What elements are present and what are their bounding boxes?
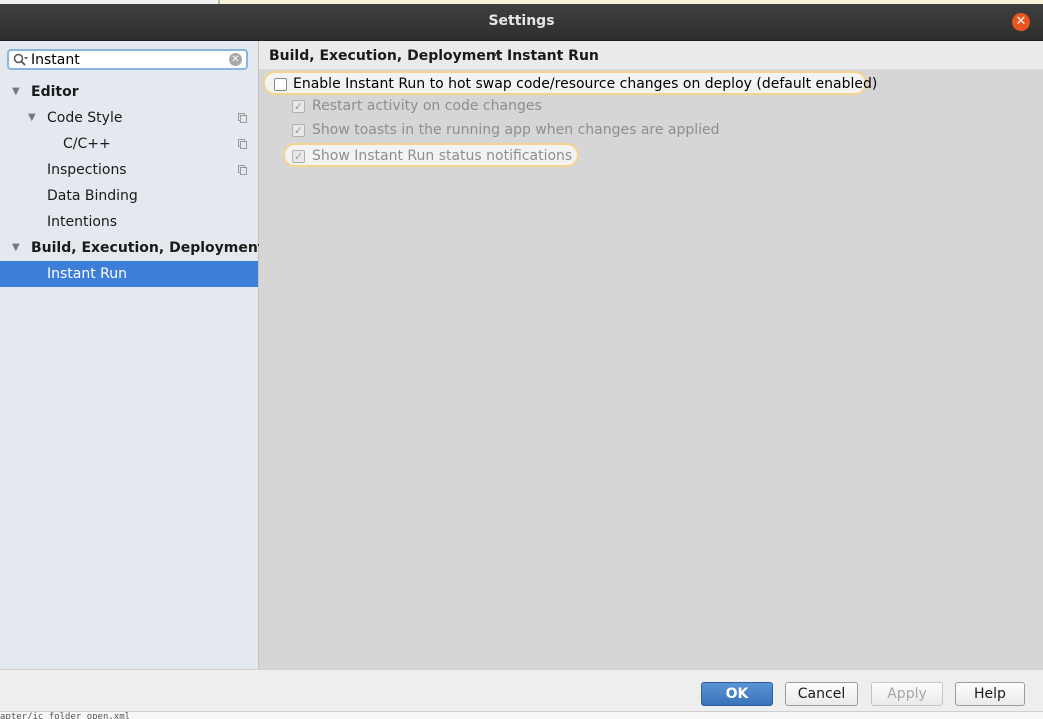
tree-item-label: C/C++ <box>63 136 111 152</box>
show-toasts-checkbox: ✓ <box>292 124 305 137</box>
expand-arrow-icon[interactable]: ▼ <box>28 105 36 131</box>
project-copy-icon <box>238 139 247 149</box>
title-bar: Settings ✕ <box>0 4 1043 41</box>
show-toasts-option: ✓ Show toasts in the running app when ch… <box>285 119 845 143</box>
help-button[interactable]: Help <box>955 682 1025 706</box>
background-window-text: apter/ic folder open.xml <box>0 711 1043 719</box>
breadcrumb-separator-icon: › <box>492 47 498 63</box>
tree-item-instant-run[interactable]: Instant Run <box>0 261 258 287</box>
tree-item-label: Inspections <box>47 162 127 178</box>
tree-item-inspections[interactable]: Inspections <box>0 157 258 183</box>
close-icon[interactable]: ✕ <box>1012 13 1030 31</box>
enable-instant-run-option[interactable]: Enable Instant Run to hot swap code/reso… <box>263 71 877 95</box>
tree-item-code-style[interactable]: ▼ Code Style <box>0 105 258 131</box>
tree-item-label: Code Style <box>47 110 123 126</box>
enable-instant-run-checkbox[interactable] <box>274 78 287 91</box>
show-status-notifications-checkbox: ✓ <box>292 150 305 163</box>
show-status-notifications-option: ✓ Show Instant Run status notifications <box>283 143 579 167</box>
expand-arrow-icon[interactable]: ▼ <box>12 79 20 105</box>
tree-item-intentions[interactable]: Intentions <box>0 209 258 235</box>
cancel-button[interactable]: Cancel <box>785 682 858 706</box>
option-label: Show Instant Run status notifications <box>312 148 573 164</box>
tree-item-data-binding[interactable]: Data Binding <box>0 183 258 209</box>
expand-arrow-icon[interactable]: ▼ <box>12 235 20 261</box>
breadcrumb: Build, Execution, Deployment › Instant R… <box>259 41 1043 70</box>
project-copy-icon <box>238 113 247 123</box>
option-label: Restart activity on code changes <box>312 98 542 114</box>
apply-button: Apply <box>871 682 943 706</box>
window-title: Settings <box>488 13 555 29</box>
breadcrumb-current: Instant Run <box>507 48 599 64</box>
restart-activity-checkbox: ✓ <box>292 100 305 113</box>
clear-icon[interactable]: ✕ <box>229 53 242 66</box>
tree-item-label: Intentions <box>47 214 118 230</box>
tree-item-label: Data Binding <box>47 188 138 204</box>
option-label: Show toasts in the running app when chan… <box>312 122 720 138</box>
tree-item-c-cpp[interactable]: C/C++ <box>0 131 258 157</box>
tree-item-editor[interactable]: ▼ Editor <box>0 79 258 105</box>
ok-button[interactable]: OK <box>701 682 773 706</box>
search-input[interactable] <box>31 51 221 68</box>
restart-activity-option: ✓ Restart activity on code changes <box>285 95 845 119</box>
tree-item-label: Build, Execution, Deployment <box>31 240 265 256</box>
option-label: Enable Instant Run to hot swap code/reso… <box>293 76 878 92</box>
search-box[interactable]: ✕ <box>7 49 248 70</box>
settings-window: Settings ✕ ✕ ▼ Editor ▼ Code Style C/ <box>0 0 1043 719</box>
project-copy-icon <box>238 165 247 175</box>
settings-tree-panel: ✕ ▼ Editor ▼ Code Style C/C++ Inspection… <box>0 41 265 669</box>
tree-item-label: Instant Run <box>47 266 128 282</box>
tree-item-label: Editor <box>31 84 79 100</box>
search-icon[interactable] <box>13 53 29 67</box>
breadcrumb-parent[interactable]: Build, Execution, Deployment <box>269 48 503 64</box>
tree-item-build-execution-deployment[interactable]: ▼ Build, Execution, Deployment <box>0 235 265 261</box>
settings-content-panel: Build, Execution, Deployment › Instant R… <box>259 41 1043 669</box>
